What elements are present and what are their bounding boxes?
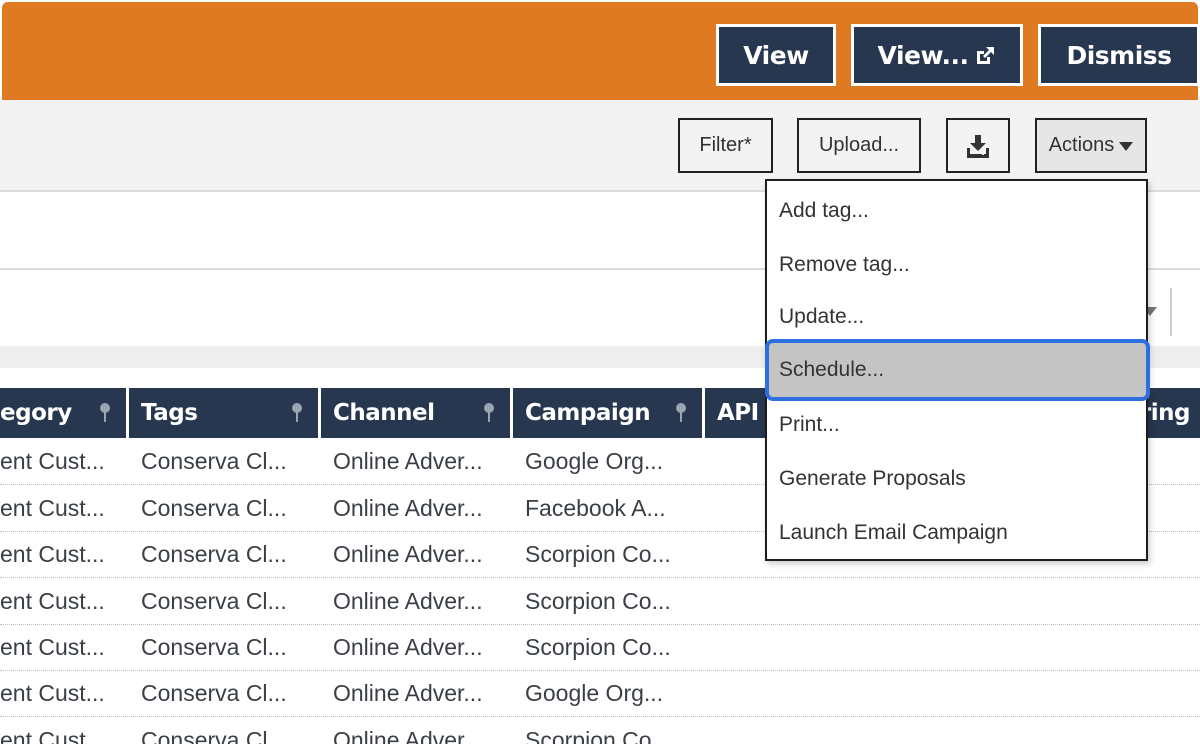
actions-menu: Add tag... Remove tag... Update... Sched… [765,179,1150,561]
cell-channel: Online Adver... [333,679,483,706]
notification-banner: View View... Dismiss [2,2,1200,100]
cell-tags: Conserva Cl... [141,679,287,706]
menu-item-launch-email-campaign[interactable]: Launch Email Campaign [767,507,1146,559]
table-row[interactable]: ent Cust... Conserva Cl... Online Adver.… [0,578,1200,625]
cell-campaign: Google Org... [525,447,664,474]
column-header-category[interactable]: egory [0,388,129,438]
menu-item-update[interactable]: Update... [767,291,1146,343]
cell-campaign: Facebook A... [525,494,666,521]
table-row[interactable]: ent Cust... Conserva Cl... Online Adver.… [0,624,1200,671]
column-header-tags[interactable]: Tags [129,388,321,438]
cell-campaign: Scorpion Co... [525,633,671,660]
download-icon [967,134,989,158]
cell-channel: Online Adver... [333,540,483,567]
cell-channel: Online Adver... [333,447,483,474]
actions-dropdown-button[interactable]: Actions [1035,118,1147,173]
cell-tags: Conserva Cl... [141,447,287,474]
cell-category: ent Cust... [0,587,105,614]
table-row[interactable]: ent Cust... Conserva Cl... Online Adver.… [0,717,1200,744]
view-external-button[interactable]: View... [851,24,1023,86]
pin-icon[interactable] [482,402,496,424]
cell-category: ent Cust... [0,447,105,474]
cell-channel: Online Adver... [333,494,483,521]
cell-category: ent Cust... [0,726,105,744]
cell-category: ent Cust... [0,633,105,660]
pin-icon[interactable] [674,402,688,424]
menu-item-add-tag[interactable]: Add tag... [767,185,1146,237]
pin-icon[interactable] [98,402,112,424]
upload-button[interactable]: Upload... [797,118,921,173]
cell-campaign: Scorpion Co... [525,587,671,614]
column-header-channel[interactable]: Channel [321,388,513,438]
cell-tags: Conserva Cl... [141,587,287,614]
cell-campaign: Scorpion Co... [525,726,671,744]
cell-channel: Online Adver... [333,587,483,614]
cell-tags: Conserva Cl... [141,633,287,660]
cell-tags: Conserva Cl... [141,494,287,521]
cell-category: ent Cust... [0,540,105,567]
cell-channel: Online Adver... [333,726,483,744]
cell-campaign: Scorpion Co... [525,540,671,567]
chevron-down-icon [1119,142,1134,151]
table-row[interactable]: ent Cust... Conserva Cl... Online Adver.… [0,670,1200,717]
external-link-icon [974,44,996,66]
menu-item-print[interactable]: Print... [767,399,1146,451]
cell-category: ent Cust... [0,494,105,521]
download-button[interactable] [946,118,1010,173]
menu-item-generate-proposals[interactable]: Generate Proposals [767,453,1146,505]
menu-item-schedule[interactable]: Schedule... [765,339,1150,401]
pin-icon[interactable] [290,402,304,424]
menu-item-remove-tag[interactable]: Remove tag... [767,239,1146,291]
cell-tags: Conserva Cl... [141,540,287,567]
cell-campaign: Google Org... [525,679,664,706]
cell-tags: Conserva Cl... [141,726,287,744]
cell-category: ent Cust... [0,679,105,706]
dismiss-button[interactable]: Dismiss [1038,24,1200,86]
column-header-campaign[interactable]: Campaign [513,388,705,438]
view-button[interactable]: View [716,24,836,86]
filter-button[interactable]: Filter* [678,118,773,173]
cell-channel: Online Adver... [333,633,483,660]
